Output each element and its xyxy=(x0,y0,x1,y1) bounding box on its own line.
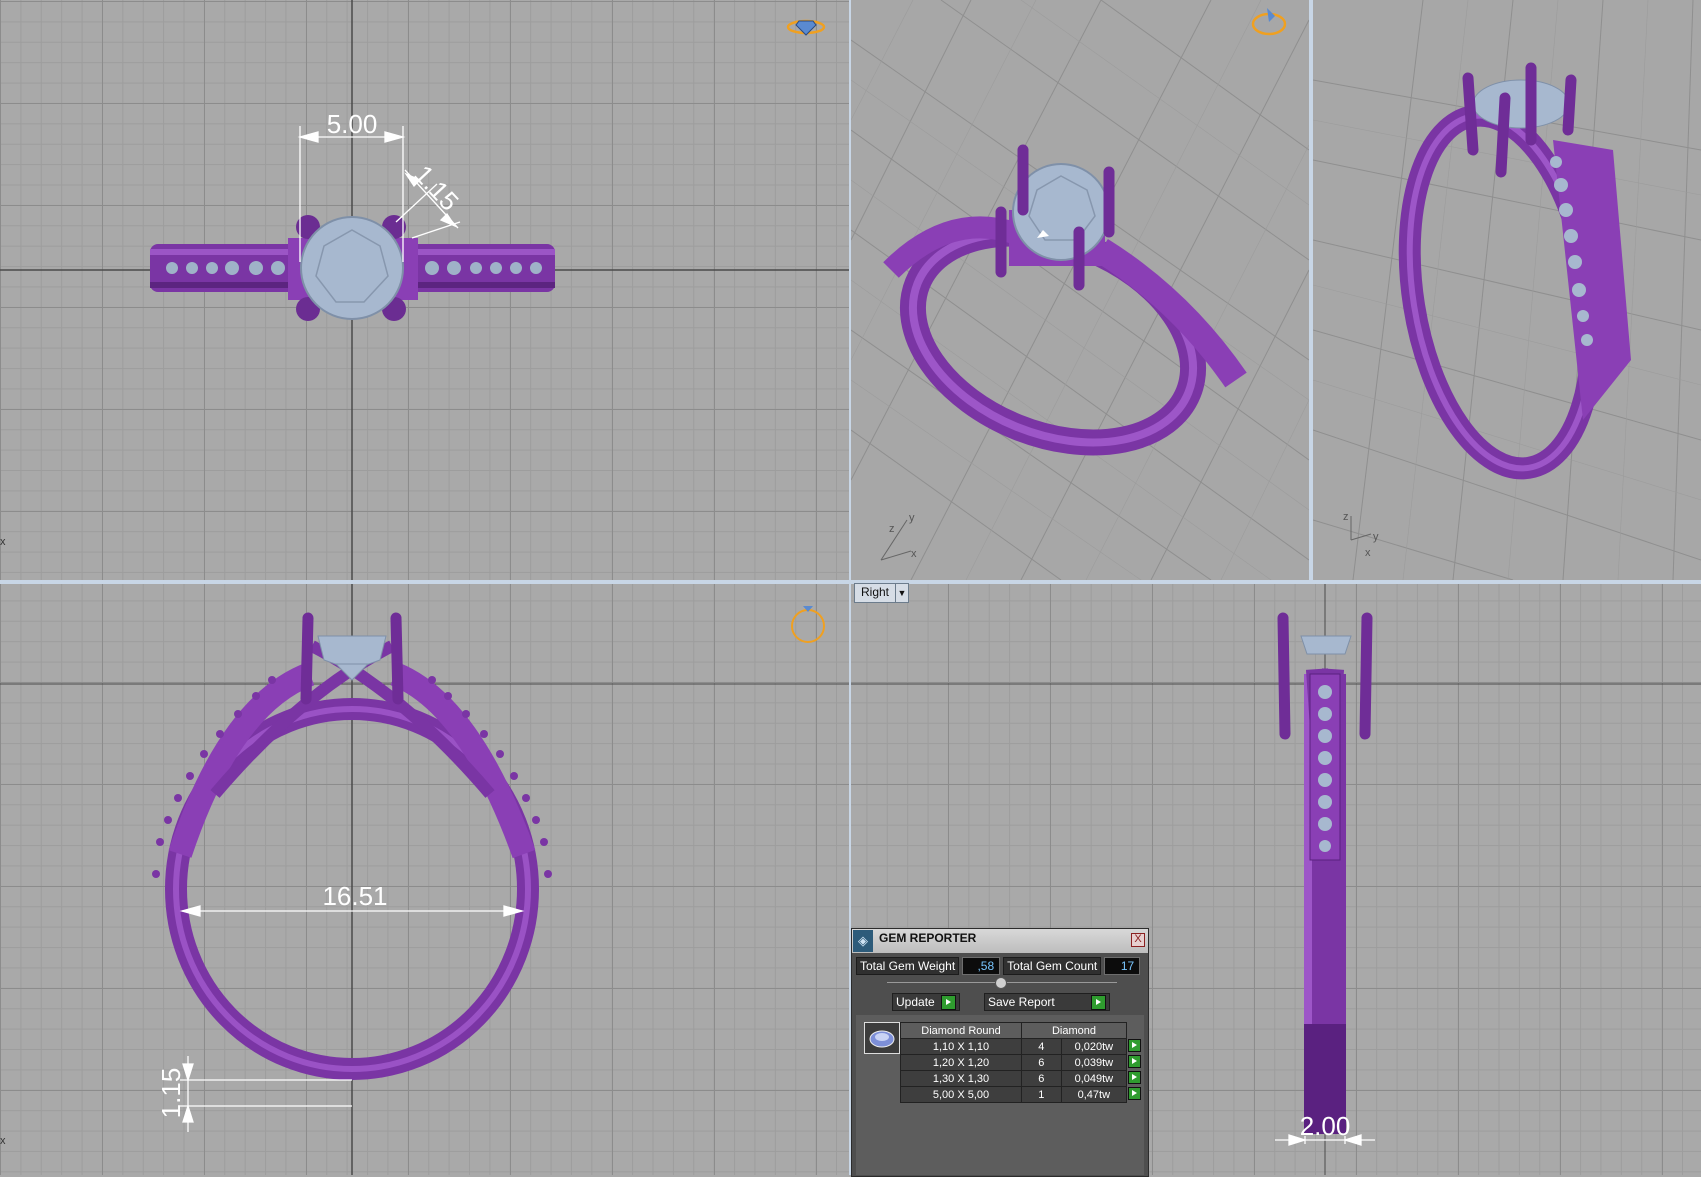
gem-count: 1 xyxy=(1021,1086,1062,1103)
row-action-button[interactable] xyxy=(1127,1038,1142,1055)
close-button[interactable]: X xyxy=(1131,933,1145,947)
total-gem-count-label: Total Gem Count xyxy=(1003,957,1102,975)
viewport-front[interactable]: 16.51 1.15 x xyxy=(0,584,849,1175)
save-report-button-label: Save Report xyxy=(988,995,1055,1009)
gem-size: 1,10 X 1,10 xyxy=(900,1038,1022,1055)
row-action-button[interactable] xyxy=(1127,1054,1142,1071)
dimension-width-label: 5.00 xyxy=(327,109,378,139)
table-row[interactable]: 1,10 X 1,10 4 0,020tw xyxy=(900,1038,1142,1055)
ring-right-side xyxy=(1277,612,1373,1134)
axis-triad xyxy=(880,519,912,561)
axis-label: x xyxy=(0,536,6,548)
gem-weight: 0,039tw xyxy=(1060,1054,1128,1071)
gem-weight: 0,47tw xyxy=(1060,1086,1128,1103)
orientation-gizmo-perspective xyxy=(1251,8,1287,36)
svg-text:z: z xyxy=(889,523,895,535)
dimension-band-width-label: 2.00 xyxy=(1300,1111,1351,1141)
orientation-gizmo xyxy=(786,19,826,36)
play-icon xyxy=(1128,1070,1141,1084)
svg-text:x: x xyxy=(911,548,917,560)
gem-size: 1,20 X 1,20 xyxy=(900,1054,1022,1071)
viewport-perspective-2[interactable]: z y x xyxy=(1313,0,1701,580)
table-row[interactable]: 5,00 X 5,00 1 0,47tw xyxy=(900,1086,1142,1103)
diamond-round-icon[interactable] xyxy=(864,1022,900,1054)
svg-text:x: x xyxy=(0,1135,6,1147)
gem-size: 5,00 X 5,00 xyxy=(900,1086,1022,1103)
view-selector[interactable]: Right ▼ xyxy=(854,583,910,603)
perspective-view-canvas: y x z xyxy=(851,0,1309,580)
update-button[interactable]: Update xyxy=(892,993,960,1011)
svg-text:y: y xyxy=(909,512,915,524)
gem-count: 4 xyxy=(1021,1038,1062,1055)
column-header-shape: Diamond Round xyxy=(900,1022,1022,1039)
gem-reporter-app-icon: ◈ xyxy=(853,930,873,952)
svg-text:z: z xyxy=(1343,511,1349,523)
column-header-material: Diamond xyxy=(1021,1022,1127,1039)
play-icon xyxy=(1128,1086,1142,1100)
viewport-perspective[interactable]: y x z xyxy=(851,0,1309,580)
viewport-divider[interactable] xyxy=(0,580,1701,584)
view-selector-label: Right xyxy=(861,585,890,599)
center-stone xyxy=(300,216,404,320)
perspective-2-canvas: z y x xyxy=(1313,0,1701,580)
top-view-canvas: 5.00 1.15 x xyxy=(0,0,849,580)
viewport-top[interactable]: 5.00 1.15 x xyxy=(0,0,849,580)
gem-list-panel: Diamond Round Diamond 1,10 X 1,10 4 0,02… xyxy=(856,1015,1144,1175)
panel-splitter[interactable] xyxy=(887,977,1117,989)
dimension-inner-diameter-label: 16.51 xyxy=(322,881,387,911)
table-row[interactable]: 1,30 X 1,30 6 0,049tw xyxy=(900,1070,1142,1087)
row-action-button[interactable] xyxy=(1127,1070,1142,1087)
ring-perspective xyxy=(883,144,1247,456)
total-gem-weight-label: Total Gem Weight xyxy=(856,957,960,975)
play-icon xyxy=(1128,1054,1141,1068)
save-report-button[interactable]: Save Report xyxy=(984,993,1110,1011)
svg-text:x: x xyxy=(1365,547,1371,559)
dimension-band-thickness-label: 1.15 xyxy=(156,1068,186,1119)
play-icon xyxy=(1128,1038,1141,1052)
gem-weight: 0,020tw xyxy=(1060,1038,1128,1055)
play-icon xyxy=(940,994,956,1010)
gem-reporter-title: GEM REPORTER xyxy=(879,931,977,945)
gem-weight: 0,049tw xyxy=(1060,1070,1128,1087)
table-row[interactable]: 1,20 X 1,20 6 0,039tw xyxy=(900,1054,1142,1071)
front-view-canvas: 16.51 1.15 x xyxy=(0,584,849,1175)
gem-table: Diamond Round Diamond 1,10 X 1,10 4 0,02… xyxy=(900,1022,1142,1103)
viewport-divider[interactable] xyxy=(1309,0,1313,582)
dimension-prong-label: 1.15 xyxy=(408,159,464,216)
chevron-down-icon[interactable]: ▼ xyxy=(895,584,908,602)
play-icon xyxy=(1091,994,1106,1010)
total-gem-count-value: 17 xyxy=(1104,957,1141,975)
gem-reporter-panel: ◈ GEM REPORTER X Total Gem Weight ,58 To… xyxy=(851,928,1149,1177)
update-button-label: Update xyxy=(896,995,935,1009)
gem-reporter-titlebar[interactable]: ◈ GEM REPORTER X xyxy=(852,929,1148,953)
gem-count: 6 xyxy=(1021,1070,1062,1087)
splitter-knob[interactable] xyxy=(995,977,1007,989)
row-action-button[interactable] xyxy=(1127,1086,1142,1103)
gem-size: 1,30 X 1,30 xyxy=(900,1070,1022,1087)
orientation-gizmo-front xyxy=(791,606,825,643)
gem-count: 6 xyxy=(1021,1054,1062,1071)
svg-text:y: y xyxy=(1373,531,1379,543)
total-gem-weight-value: ,58 xyxy=(962,957,1001,975)
